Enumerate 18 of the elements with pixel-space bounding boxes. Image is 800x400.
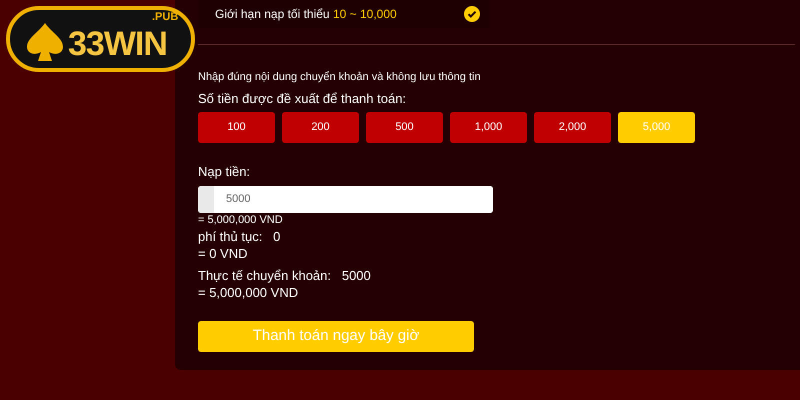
amount-option[interactable]: 100: [198, 112, 275, 142]
fee-text: phí thủ tục: 0: [198, 228, 282, 244]
amount-option[interactable]: 2,000: [534, 112, 611, 142]
spade-icon: [24, 21, 66, 63]
limit-text: Giới hạn nạp tối thiểu 10 ~ 10,000: [215, 6, 397, 23]
deposit-label: Nạp tiền:: [198, 162, 252, 180]
logo-text: 33WIN: [68, 27, 167, 61]
amount-option[interactable]: 200: [282, 112, 359, 142]
deposit-converted: = 5,000,000 VND: [198, 212, 284, 228]
amount-input[interactable]: 5000: [198, 186, 493, 212]
suggest-label: Số tiền được đề xuất để thanh toán:: [198, 90, 408, 106]
fee-converted: = 0 VND: [198, 244, 248, 262]
actual-converted: = 5,000,000 VND: [198, 284, 300, 300]
actual-transfer-text: Thực tế chuyển khoản: 5000: [198, 266, 372, 284]
amount-option[interactable]: 500: [366, 112, 443, 142]
logo-suffix: .PUB: [152, 11, 178, 23]
notice-text: Nhập đúng nội dung chuyển khoản và không lưu thông tin: [198, 70, 482, 85]
amount-option[interactable]: 1,000: [450, 112, 527, 142]
